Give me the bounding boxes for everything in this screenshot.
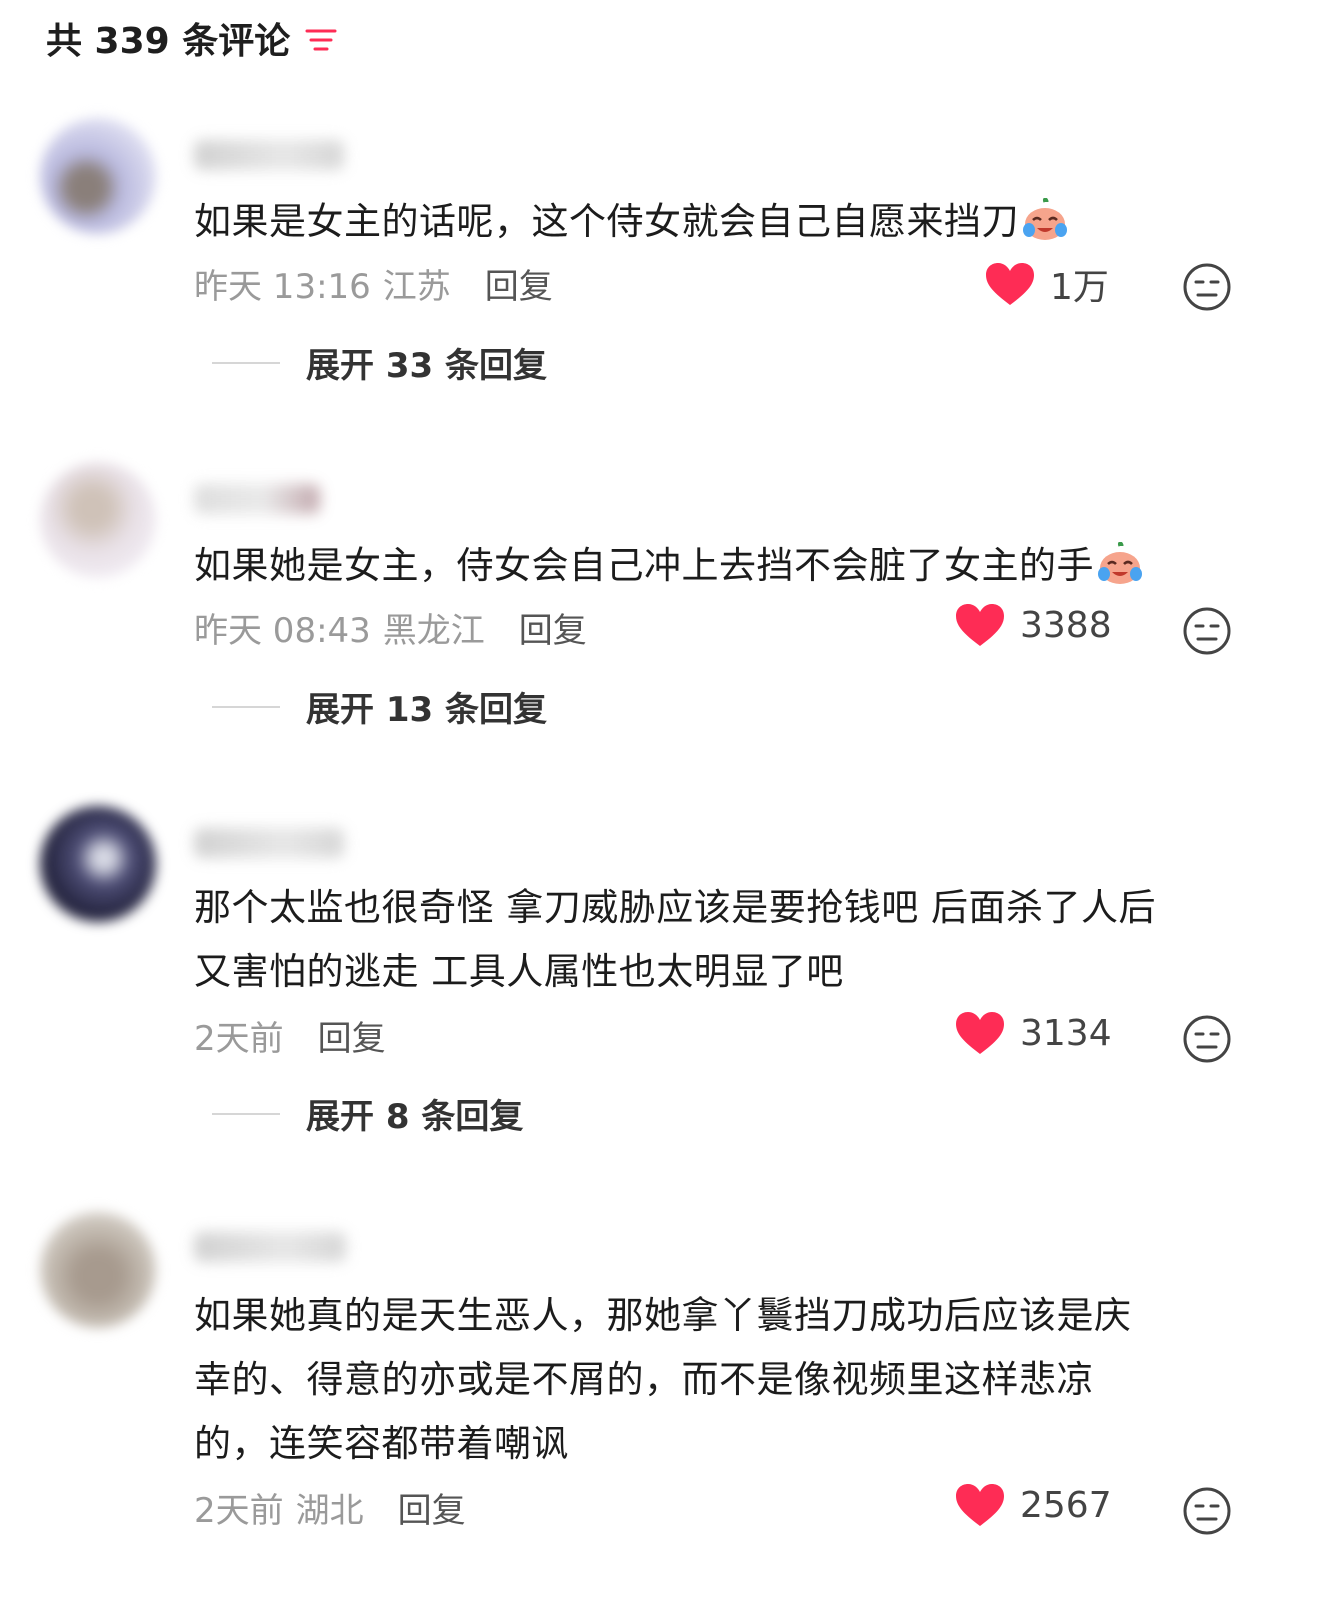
comment-text: 如果她是女主，侍女会自己冲上去挡不会脏了女主的手 xyxy=(194,534,1274,598)
username-blurred[interactable] xyxy=(194,140,344,170)
expand-replies-label: 展开 33 条回复 xyxy=(306,346,547,386)
like-count: 2567 xyxy=(1020,1484,1112,1526)
comment-meta: 2天前 湖北 回复 xyxy=(194,1482,466,1532)
reply-button[interactable]: 回复 xyxy=(485,259,553,308)
divider-line xyxy=(212,1112,280,1115)
expand-replies-button[interactable]: 展开 13 条回复 xyxy=(212,682,547,731)
like-button[interactable]: 3134 xyxy=(954,1010,1112,1056)
heart-icon xyxy=(956,1012,1004,1054)
comment-count-title: 共 339 条评论 xyxy=(46,21,291,62)
comment-text-line: 那个太监也很奇怪 拿刀威胁应该是要抢钱吧 后面杀了人后 xyxy=(194,886,1157,929)
comments-header: 共 339 条评论 xyxy=(46,8,338,68)
like-count: 1万 xyxy=(1050,267,1109,308)
comment-text-line: 幸的、得意的亦或是不屑的，而不是像视频里这样悲凉 xyxy=(194,1358,1094,1401)
comment-text-line: 如果她真的是天生恶人，那她拿丫鬟挡刀成功后应该是庆 xyxy=(194,1294,1132,1337)
heart-icon xyxy=(986,263,1034,305)
filter-icon[interactable] xyxy=(304,23,338,53)
username-blurred[interactable] xyxy=(194,828,344,858)
reply-button[interactable]: 回复 xyxy=(519,603,587,652)
reply-button[interactable]: 回复 xyxy=(318,1011,386,1060)
comment-meta: 2天前 回复 xyxy=(194,1010,386,1060)
comment-time: 昨天 13:16 xyxy=(194,266,371,307)
comment-location: 江苏 xyxy=(382,266,451,307)
like-button[interactable]: 3388 xyxy=(954,602,1112,648)
crying-laughing-emoji xyxy=(1021,197,1069,242)
comment-location: 湖北 xyxy=(295,1490,364,1531)
comment-meta: 昨天 13:16 江苏 回复 xyxy=(194,258,553,308)
like-count: 3388 xyxy=(1020,604,1112,646)
avatar[interactable] xyxy=(40,462,156,578)
divider-line xyxy=(212,705,280,708)
username-blurred[interactable] xyxy=(194,1232,346,1262)
heart-icon xyxy=(956,604,1004,646)
comment-location: 黑龙江 xyxy=(382,610,485,651)
comment-meta: 昨天 08:43 黑龙江 回复 xyxy=(194,602,587,652)
reply-button[interactable]: 回复 xyxy=(398,1483,466,1532)
avatar[interactable] xyxy=(40,1212,156,1328)
like-button[interactable]: 2567 xyxy=(954,1482,1112,1528)
dislike-face-icon[interactable] xyxy=(1182,1014,1232,1064)
comment-text: 那个太监也很奇怪 拿刀威胁应该是要抢钱吧 后面杀了人后 又害怕的逃走 工具人属性… xyxy=(194,876,1274,1004)
divider-line xyxy=(212,361,280,364)
comment-time: 2天前 xyxy=(194,1490,284,1531)
expand-replies-label: 展开 13 条回复 xyxy=(306,690,547,730)
username-blurred[interactable] xyxy=(194,484,320,514)
comment-text: 如果是女主的话呢，这个侍女就会自己自愿来挡刀 xyxy=(194,190,1274,254)
like-button[interactable]: 1万 xyxy=(984,258,1109,310)
comment-time: 2天前 xyxy=(194,1018,284,1059)
dislike-face-icon[interactable] xyxy=(1182,1486,1232,1536)
heart-icon xyxy=(956,1484,1004,1526)
comment-time: 昨天 08:43 xyxy=(194,610,371,651)
expand-replies-label: 展开 8 条回复 xyxy=(306,1097,524,1137)
comment-text: 如果她真的是天生恶人，那她拿丫鬟挡刀成功后应该是庆 幸的、得意的亦或是不屑的，而… xyxy=(194,1284,1274,1476)
avatar[interactable] xyxy=(40,118,156,234)
comment-text-line: 的，连笑容都带着嘲讽 xyxy=(194,1422,569,1465)
dislike-face-icon[interactable] xyxy=(1182,262,1232,312)
comment-text-line: 又害怕的逃走 工具人属性也太明显了吧 xyxy=(194,950,844,993)
avatar[interactable] xyxy=(40,806,156,922)
expand-replies-button[interactable]: 展开 8 条回复 xyxy=(212,1089,523,1138)
crying-laughing-emoji xyxy=(1096,541,1144,586)
expand-replies-button[interactable]: 展开 33 条回复 xyxy=(212,338,547,387)
dislike-face-icon[interactable] xyxy=(1182,606,1232,656)
like-count: 3134 xyxy=(1020,1012,1112,1054)
